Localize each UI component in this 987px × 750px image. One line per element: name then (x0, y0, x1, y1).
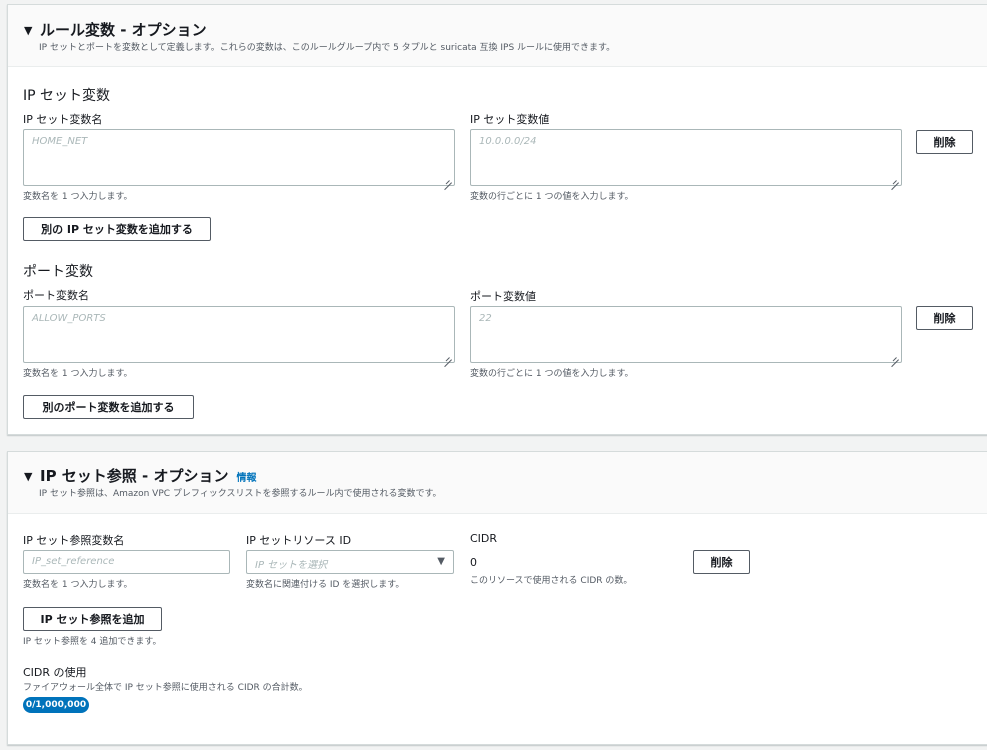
caret-down-icon: ▼ (437, 556, 445, 567)
port-variables-heading: ポート変数 (23, 264, 93, 280)
ip-set-reference-name-placeholder: IP_set_reference (32, 556, 115, 567)
cidr-usage-badge: 0/1,000,000 (23, 697, 89, 713)
caret-down-icon[interactable]: ▼ (24, 470, 32, 483)
rule-variables-header[interactable]: ▼ ルール変数 - オプション IP セットとポートを変数として定義します。これ… (8, 5, 987, 67)
ip-set-name-textarea[interactable]: HOME_NET (23, 129, 455, 186)
add-port-variable-button[interactable]: 別のポート変数を追加する (23, 395, 194, 419)
ip-set-resource-id-select[interactable]: IP セットを選択 ▼ (246, 550, 454, 574)
resize-grip-icon[interactable] (891, 352, 899, 360)
ip-set-reference-name-hint: 変数名を 1 つ入力します。 (23, 580, 133, 590)
ip-set-reference-name-input[interactable]: IP_set_reference (23, 550, 230, 574)
caret-down-icon[interactable]: ▼ (24, 24, 32, 37)
port-value-label: ポート変数値 (470, 290, 536, 303)
resize-grip-icon[interactable] (444, 352, 452, 360)
ip-set-name-label: IP セット変数名 (23, 113, 103, 126)
ip-set-value-label: IP セット変数値 (470, 113, 550, 126)
port-value-placeholder: 22 (479, 313, 492, 324)
ip-set-resource-id-hint: 変数名に関連付ける ID を選択します。 (246, 580, 405, 590)
ip-set-references-description: IP セット参照は、Amazon VPC プレフィックスリストを参照するルール内… (39, 489, 442, 499)
ip-set-remove-button[interactable]: 削除 (916, 130, 973, 154)
ip-set-references-header[interactable]: ▼ IP セット参照 - オプション 情報 IP セット参照は、Amazon VP… (8, 452, 987, 514)
add-ip-set-reference-hint: IP セット参照を 4 追加できます。 (23, 637, 162, 647)
ip-set-value-hint: 変数の行ごとに 1 つの値を入力します。 (470, 192, 634, 202)
rule-variables-title: ルール変数 - オプション (40, 21, 207, 39)
port-value-textarea[interactable]: 22 (470, 306, 902, 363)
ip-set-value-placeholder: 10.0.0.0/24 (479, 136, 537, 147)
cidr-usage-label: CIDR の使用 (23, 666, 87, 679)
ip-set-resource-id-placeholder: IP セットを選択 (255, 560, 328, 571)
ip-set-variables-heading: IP セット変数 (23, 88, 111, 104)
ip-set-reference-remove-button[interactable]: 削除 (693, 550, 750, 574)
port-name-placeholder: ALLOW_PORTS (32, 313, 106, 324)
port-value-hint: 変数の行ごとに 1 つの値を入力します。 (470, 369, 634, 379)
ip-set-name-placeholder: HOME_NET (32, 136, 88, 147)
ip-set-name-hint: 変数名を 1 つ入力します。 (23, 192, 133, 202)
cidr-value: 0 (470, 556, 477, 569)
ip-set-references-panel: ▼ IP セット参照 - オプション 情報 IP セット参照は、Amazon VP… (7, 451, 987, 745)
ip-set-reference-name-label: IP セット参照変数名 (23, 534, 125, 547)
port-name-label: ポート変数名 (23, 289, 89, 302)
port-remove-button[interactable]: 削除 (916, 306, 973, 330)
add-ip-set-variable-button[interactable]: 別の IP セット変数を追加する (23, 217, 211, 241)
port-name-hint: 変数名を 1 つ入力します。 (23, 369, 133, 379)
ip-set-resource-id-label: IP セットリソース ID (246, 534, 352, 547)
ip-set-references-title-text: IP セット参照 - オプション (40, 467, 229, 485)
resize-grip-icon[interactable] (891, 175, 899, 183)
rule-variables-description: IP セットとポートを変数として定義します。これらの変数は、このルールグループ内… (39, 43, 616, 53)
cidr-hint: このリソースで使用される CIDR の数。 (470, 576, 633, 586)
ip-set-value-textarea[interactable]: 10.0.0.0/24 (470, 129, 902, 186)
info-link[interactable]: 情報 (236, 473, 256, 484)
port-name-textarea[interactable]: ALLOW_PORTS (23, 306, 455, 363)
add-ip-set-reference-button[interactable]: IP セット参照を追加 (23, 607, 162, 631)
resize-grip-icon[interactable] (444, 175, 452, 183)
cidr-usage-description: ファイアウォール全体で IP セット参照に使用される CIDR の合計数。 (23, 683, 308, 693)
cidr-label: CIDR (470, 532, 498, 545)
rule-variables-panel: ▼ ルール変数 - オプション IP セットとポートを変数として定義します。これ… (7, 4, 987, 435)
ip-set-references-title: IP セット参照 - オプション 情報 (40, 465, 256, 486)
